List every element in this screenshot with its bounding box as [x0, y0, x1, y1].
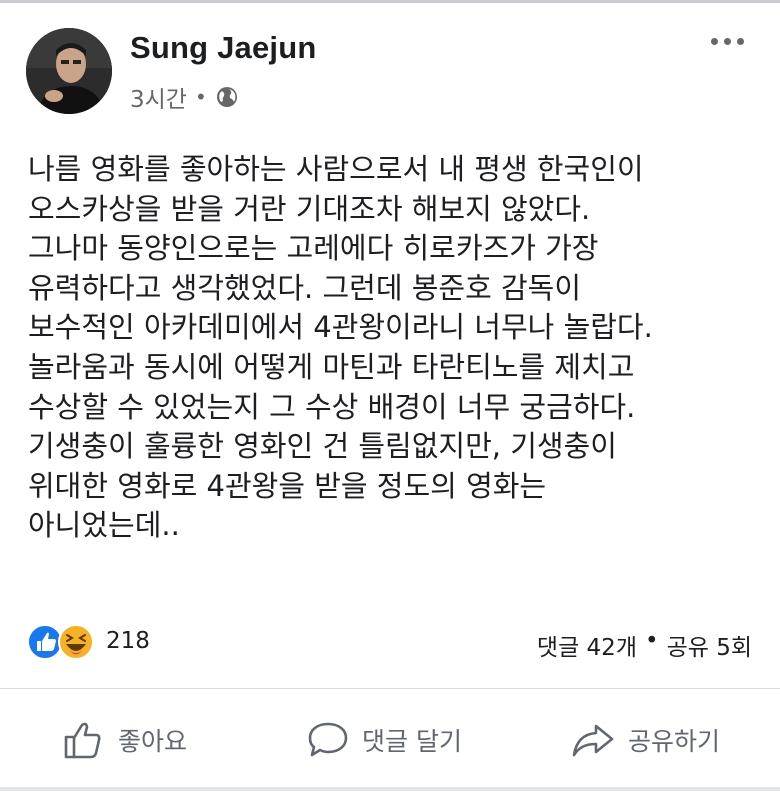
post-text-line: 기생충이 훌륭한 영화인 건 틀림없지만, 기생충이 [28, 429, 617, 464]
comment-bubble-icon [306, 718, 350, 762]
share-button[interactable]: 공유하기 [570, 716, 720, 764]
thumbs-up-icon [62, 718, 106, 762]
reaction-count[interactable]: 218 [106, 628, 150, 654]
post-text-line: 오스카상을 받을 거란 기대조차 해보지 않았다. [28, 191, 591, 226]
post-text-line: 수상할 수 있었는지 그 수상 배경이 너무 궁금하다. [28, 389, 636, 424]
more-dots-icon[interactable] [711, 38, 744, 45]
share-arrow-icon [570, 718, 616, 762]
author-name[interactable]: Sung Jaejun [130, 30, 317, 66]
haha-reaction-icon [58, 624, 94, 660]
stats-separator: • [644, 628, 659, 654]
post-time[interactable]: 3시간 [130, 80, 187, 114]
meta-separator: • [194, 85, 207, 109]
avatar-photo [26, 28, 112, 114]
post-text-line: 나름 영화를 좋아하는 사람으로서 내 평생 한국인이 [28, 152, 644, 186]
share-label: 공유하기 [628, 727, 721, 756]
post-text-line: 그나마 동양인으로는 고레에다 히로카즈가 가장 [28, 231, 599, 266]
action-divider [0, 688, 780, 689]
post-text-line: 놀라움과 동시에 어떻게 마틴과 타란티노를 제치고 [28, 349, 635, 384]
post-body: 나름 영화를 좋아하는 사람으로서 내 평생 한국인이 오스카상을 받을 거란 … [28, 150, 763, 546]
post-text-line: 위대한 영화로 4관왕을 받을 정도의 영화는 [28, 468, 547, 503]
share-count[interactable]: 공유 5회 [667, 628, 752, 662]
like-label: 좋아요 [118, 727, 188, 756]
author-avatar[interactable] [26, 28, 112, 114]
comment-count[interactable]: 댓글 42개 [537, 628, 637, 662]
post-header: Sung Jaejun 3시간 • [0, 0, 780, 130]
reaction-icons[interactable] [26, 622, 98, 662]
like-button[interactable]: 좋아요 [62, 716, 187, 764]
comment-share-counts: 댓글 42개 • 공유 5회 [537, 628, 752, 662]
post-meta: 3시간 • [130, 80, 239, 114]
like-reaction-icon [27, 624, 63, 660]
comment-button[interactable]: 댓글 달기 [306, 716, 462, 764]
post-text-line: 보수적인 아카데미에서 4관왕이라니 너무나 놀랍다. [28, 310, 653, 345]
post-stats: 218 댓글 42개 • 공유 5회 [0, 620, 780, 664]
post-text-line: 아니었는데.. [28, 508, 180, 543]
action-bar: 좋아요 댓글 달기 공유하기 [0, 700, 780, 780]
post-text-line: 유력하다고 생각했었다. 그런데 봉준호 감독이 [28, 270, 582, 305]
bottom-border [0, 787, 780, 791]
globe-icon [215, 85, 239, 109]
comment-label: 댓글 달기 [362, 727, 462, 756]
